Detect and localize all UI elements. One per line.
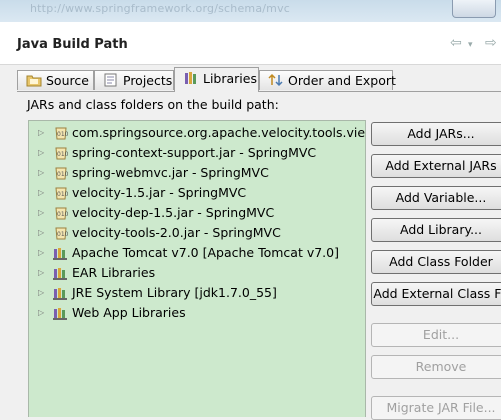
svg-text:010: 010 xyxy=(57,171,69,178)
add-class-folder-button[interactable]: Add Class Folder xyxy=(371,250,501,274)
svg-text:010: 010 xyxy=(57,231,69,238)
expand-arrow-icon[interactable]: ▷ xyxy=(38,123,46,143)
tree-item-label: JRE System Library [jdk1.7.0_55] xyxy=(72,285,277,300)
expand-arrow-icon[interactable]: ▷ xyxy=(38,163,46,183)
chevron-down-icon[interactable]: ▾ xyxy=(468,40,473,50)
tab-label: Source xyxy=(46,73,89,88)
library-icon xyxy=(53,266,69,280)
tab-label: Order and Export xyxy=(288,73,396,88)
expand-arrow-icon[interactable]: ▷ xyxy=(38,203,46,223)
source-folder-icon xyxy=(26,73,42,87)
page-title: Java Build Path xyxy=(17,37,128,52)
tree-item-label: spring-context-support.jar - SpringMVC xyxy=(72,145,317,160)
build-path-label: JARs and class folders on the build path… xyxy=(27,97,279,112)
tree-item-label: velocity-1.5.jar - SpringMVC xyxy=(72,185,247,200)
svg-text:010: 010 xyxy=(57,211,69,218)
jar-icon: 010 xyxy=(53,126,69,140)
svg-text:010: 010 xyxy=(57,131,69,138)
tree-item-label: Web App Libraries xyxy=(72,305,186,320)
title-strip: http://www.springframework.org/schema/mv… xyxy=(0,0,501,22)
jar-icon: 010 xyxy=(53,186,69,200)
add-library-button[interactable]: Add Library... xyxy=(371,218,501,242)
add-external-class-folder-button[interactable]: Add External Class Fo xyxy=(371,282,501,306)
library-icon xyxy=(53,286,69,300)
tab-label: Projects xyxy=(123,73,173,88)
page-header: Java Build Path ⇦ ▾ ⇨ xyxy=(0,22,501,65)
migrate-jar-button[interactable]: Migrate JAR File... xyxy=(371,396,501,420)
forward-arrow-icon[interactable]: ⇨ xyxy=(485,35,497,51)
tab-label: Libraries xyxy=(203,71,257,86)
add-variable-button[interactable]: Add Variable... xyxy=(371,186,501,210)
library-icon xyxy=(53,306,69,320)
jar-icon: 010 xyxy=(53,166,69,180)
add-external-jars-button[interactable]: Add External JARs xyxy=(371,154,501,178)
tree-item-label: spring-webmvc.jar - SpringMVC xyxy=(72,165,269,180)
expand-arrow-icon[interactable]: ▷ xyxy=(38,223,46,243)
add-jars-button[interactable]: Add JARs... xyxy=(371,122,501,146)
background-url-text: http://www.springframework.org/schema/mv… xyxy=(30,2,291,15)
library-tree[interactable]: ▷ 010 com.springsource.org.apache.veloci… xyxy=(28,120,366,417)
tree-item-label: Apache Tomcat v7.0 [Apache Tomcat v7.0] xyxy=(72,245,339,260)
svg-text:010: 010 xyxy=(57,191,69,198)
order-export-icon xyxy=(268,73,284,87)
tree-item-label: com.springsource.org.apache.velocity.too… xyxy=(72,125,366,140)
expand-arrow-icon[interactable]: ▷ xyxy=(38,263,46,283)
tab-panel-border xyxy=(17,91,501,92)
tree-item-label: EAR Libraries xyxy=(72,265,156,280)
tree-item-label: velocity-dep-1.5.jar - SpringMVC xyxy=(72,205,275,220)
tab-projects[interactable]: Projects xyxy=(94,70,174,90)
jar-icon: 010 xyxy=(53,206,69,220)
expand-arrow-icon[interactable]: ▷ xyxy=(38,243,46,263)
jar-icon: 010 xyxy=(53,226,69,240)
minimize-button[interactable] xyxy=(452,0,496,18)
back-arrow-icon[interactable]: ⇦ xyxy=(450,35,462,51)
projects-icon xyxy=(103,73,119,87)
libraries-icon xyxy=(183,70,199,84)
tree-item-label: velocity-tools-2.0.jar - SpringMVC xyxy=(72,225,281,240)
tab-order-and-export[interactable]: Order and Export xyxy=(259,70,396,90)
tab-libraries[interactable]: Libraries xyxy=(174,67,259,92)
expand-arrow-icon[interactable]: ▷ xyxy=(38,303,46,323)
remove-button[interactable]: Remove xyxy=(371,355,501,379)
expand-arrow-icon[interactable]: ▷ xyxy=(38,283,46,303)
tab-source[interactable]: Source xyxy=(17,70,94,90)
expand-arrow-icon[interactable]: ▷ xyxy=(38,183,46,203)
library-icon xyxy=(53,246,69,260)
expand-arrow-icon[interactable]: ▷ xyxy=(38,143,46,163)
edit-button[interactable]: Edit... xyxy=(371,323,501,347)
jar-icon: 010 xyxy=(53,146,69,160)
svg-text:010: 010 xyxy=(57,151,69,158)
